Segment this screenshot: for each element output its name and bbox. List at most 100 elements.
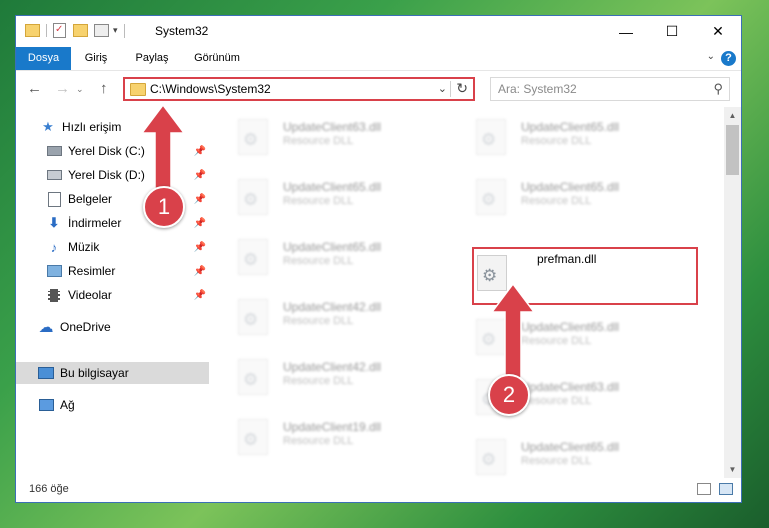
dll-file-icon: ⚙ — [238, 119, 268, 155]
pin-icon[interactable]: 📌 — [194, 290, 206, 301]
file-item[interactable]: ⚙ UpdateClient19.dll Resource DLL — [213, 413, 413, 457]
quick-access-toolbar: ✓ ▾ — [25, 23, 125, 38]
file-item[interactable]: ⚙ UpdateClient63.dll Resource DLL — [451, 373, 651, 417]
dll-file-icon: ⚙ — [476, 439, 506, 475]
minimize-button[interactable]: — — [603, 16, 649, 47]
pin-icon[interactable]: 📌 — [194, 242, 206, 253]
forward-arrow-icon[interactable]: → — [55, 80, 70, 97]
dll-file-icon: ⚙ — [238, 239, 268, 275]
scroll-down-icon[interactable]: ▼ — [724, 465, 741, 474]
sidebar-item-network[interactable]: Ağ — [16, 394, 209, 416]
sidebar-item-pictures[interactable]: Resimler 📌 — [16, 260, 209, 282]
file-item[interactable]: ⚙ UpdateClient42.dll Resource DLL — [213, 353, 413, 397]
pin-icon[interactable]: 📌 — [194, 146, 206, 157]
sidebar-item-label: Videolar — [68, 288, 112, 302]
vertical-scrollbar[interactable]: ▲ ▼ — [724, 107, 741, 478]
search-placeholder: Ara: System32 — [498, 82, 577, 96]
scroll-thumb[interactable] — [726, 125, 739, 175]
video-icon — [46, 287, 62, 303]
tab-file[interactable]: Dosya — [16, 47, 71, 70]
file-item[interactable]: ⚙ UpdateClient65.dll Resource DLL — [451, 113, 651, 157]
back-arrow-icon[interactable]: ← — [27, 80, 42, 97]
tab-share[interactable]: Paylaş — [130, 47, 174, 70]
window-title: System32 — [155, 24, 209, 38]
sidebar-item-label: Resimler — [68, 264, 116, 278]
up-arrow-icon[interactable]: ↑ — [100, 80, 108, 97]
dll-file-icon: ⚙ — [238, 359, 268, 395]
rename-icon[interactable] — [94, 24, 109, 37]
tab-home[interactable]: Giriş — [78, 47, 114, 70]
dll-file-icon: ⚙ — [238, 299, 268, 335]
file-item[interactable]: ⚙ UpdateClient65.dll Resource DLL — [451, 313, 651, 357]
sidebar-item-label: Ağ — [60, 398, 75, 412]
ribbon-tabs: Dosya Giriş Paylaş Görünüm ⌄ ? — [16, 47, 741, 71]
file-name: UpdateClient65.dll — [283, 240, 382, 254]
scroll-up-icon[interactable]: ▲ — [724, 111, 741, 120]
refresh-icon[interactable]: ↻ — [456, 80, 468, 97]
pictures-icon — [46, 263, 62, 279]
search-input[interactable]: Ara: System32 ⚲ — [490, 77, 730, 101]
address-bar[interactable]: C:\Windows\System32 ⌄ ↻ — [123, 77, 475, 101]
file-name: UpdateClient42.dll — [283, 360, 382, 374]
new-folder-icon[interactable] — [73, 24, 88, 37]
file-item[interactable]: ⚙ UpdateClient65.dll Resource DLL — [213, 173, 413, 217]
drive-icon — [46, 167, 62, 183]
tiles-view-icon[interactable] — [719, 483, 733, 495]
computer-icon — [38, 365, 54, 381]
star-icon: ★ — [42, 119, 54, 134]
properties-icon[interactable]: ✓ — [53, 23, 66, 38]
folder-icon — [130, 83, 146, 96]
music-icon: ♪ — [50, 239, 58, 255]
chevron-down-icon[interactable]: ⌄ — [438, 82, 447, 95]
file-type: Resource DLL — [521, 135, 592, 147]
item-count: 166 öğe — [29, 483, 69, 495]
sidebar-item-label: Müzik — [68, 240, 100, 254]
maximize-button[interactable]: ☐ — [649, 16, 695, 47]
pin-icon[interactable]: 📌 — [194, 170, 206, 181]
file-type: Resource DLL — [283, 375, 354, 387]
file-name: UpdateClient63.dll — [521, 380, 620, 394]
drive-icon — [46, 143, 62, 159]
folder-icon[interactable] — [25, 24, 40, 37]
address-path[interactable]: C:\Windows\System32 — [150, 82, 271, 96]
close-button[interactable]: ✕ — [695, 16, 741, 47]
help-button[interactable]: ? — [721, 51, 736, 66]
file-type: Resource DLL — [283, 315, 354, 327]
dll-file-icon: ⚙ — [476, 179, 506, 215]
arrow-annotation-2 — [490, 284, 536, 378]
sidebar-item-label: Hızlı erişim — [62, 120, 122, 134]
sidebar-item-onedrive[interactable]: ☁ OneDrive — [16, 316, 209, 338]
step-badge-1: 1 — [143, 186, 185, 228]
sidebar-item-videos[interactable]: Videolar 📌 — [16, 284, 209, 306]
tab-view[interactable]: Görünüm — [191, 47, 243, 70]
file-type: Resource DLL — [283, 135, 354, 147]
file-item[interactable]: ⚙ UpdateClient63.dll Resource DLL — [213, 113, 413, 157]
file-type: Resource DLL — [283, 195, 354, 207]
navigation-bar: ← → ⌄ ↑ C:\Windows\System32 ⌄ ↻ Ara: Sys… — [16, 71, 741, 107]
status-bar: 166 öğe — [16, 478, 741, 502]
sidebar-item-label: İndirmeler — [68, 216, 122, 230]
download-icon: ⬇ — [48, 215, 60, 230]
file-item[interactable]: ⚙ UpdateClient65.dll Resource DLL — [451, 433, 651, 477]
sidebar-item-music[interactable]: ♪ Müzik 📌 — [16, 236, 209, 258]
pin-icon[interactable]: 📌 — [194, 218, 206, 229]
file-item[interactable]: ⚙ UpdateClient65.dll Resource DLL — [451, 173, 651, 217]
file-type: Resource DLL — [521, 455, 592, 467]
sidebar-item-this-pc[interactable]: Bu bilgisayar — [16, 362, 209, 384]
chevron-down-icon[interactable]: ▾ — [113, 25, 118, 36]
details-view-icon[interactable] — [697, 483, 711, 495]
chevron-down-icon[interactable]: ⌄ — [707, 51, 715, 62]
sidebar-item-label: Yerel Disk (C:) — [68, 144, 145, 158]
chevron-down-icon[interactable]: ⌄ — [76, 84, 84, 95]
file-item[interactable]: ⚙ UpdateClient65.dll Resource DLL — [213, 233, 413, 277]
explorer-window: ✓ ▾ System32 — ☐ ✕ Dosya Giriş Paylaş Gö… — [15, 15, 742, 503]
file-item[interactable]: ⚙ UpdateClient42.dll Resource DLL — [213, 293, 413, 337]
file-name: UpdateClient65.dll — [283, 180, 382, 194]
pin-icon[interactable]: 📌 — [194, 194, 206, 205]
cloud-icon: ☁ — [38, 319, 54, 336]
sidebar-item-label: Yerel Disk (D:) — [68, 168, 145, 182]
pin-icon[interactable]: 📌 — [194, 266, 206, 277]
file-name: UpdateClient63.dll — [283, 120, 382, 134]
sidebar-item-label: Bu bilgisayar — [60, 366, 129, 380]
search-icon[interactable]: ⚲ — [713, 81, 723, 97]
